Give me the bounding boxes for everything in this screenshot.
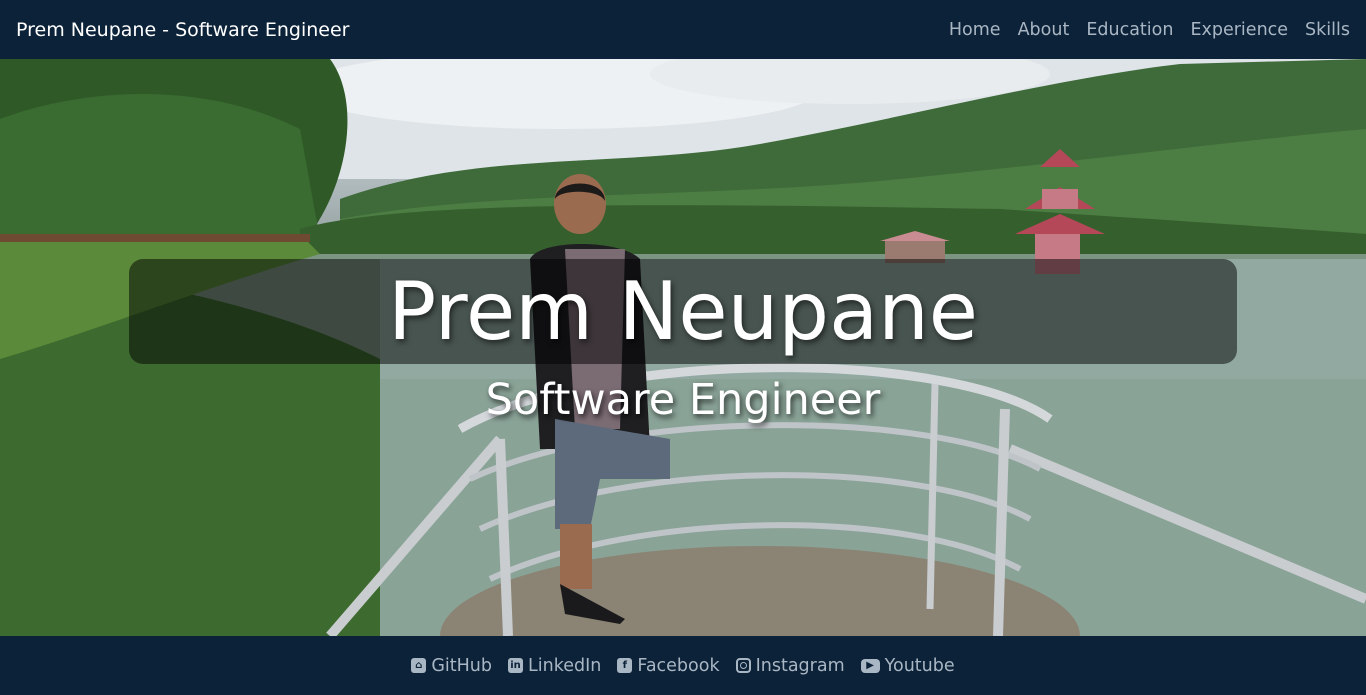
instagram-link[interactable]: Instagram	[735, 655, 845, 676]
nav-skills[interactable]: Skills	[1305, 20, 1350, 40]
nav-education[interactable]: Education	[1086, 20, 1173, 40]
hero-name: Prem Neupane	[387, 265, 979, 358]
youtube-label: Youtube	[884, 655, 955, 676]
linkedin-icon: in	[508, 658, 524, 673]
instagram-label: Instagram	[755, 655, 845, 676]
navbar: Prem Neupane - Software Engineer Home Ab…	[0, 0, 1366, 59]
social-links: ⌂ GitHub in LinkedIn f Facebook Instagra…	[411, 655, 955, 676]
github-icon: ⌂	[411, 658, 427, 673]
linkedin-link[interactable]: in LinkedIn	[508, 656, 601, 676]
facebook-icon: f	[617, 658, 633, 673]
instagram-icon	[735, 658, 751, 673]
hero-role: Software Engineer	[485, 375, 881, 425]
nav-about[interactable]: About	[1018, 20, 1070, 40]
youtube-icon: ▶	[860, 658, 880, 673]
github-label: GitHub	[431, 655, 493, 676]
footer: ⌂ GitHub in LinkedIn f Facebook Instagra…	[0, 636, 1366, 695]
site-brand[interactable]: Prem Neupane - Software Engineer	[16, 19, 349, 41]
github-link[interactable]: ⌂ GitHub	[411, 656, 492, 676]
youtube-link[interactable]: ▶ Youtube	[860, 655, 955, 676]
linkedin-label: LinkedIn	[528, 655, 602, 676]
main-nav: Home About Education Experience Skills	[949, 20, 1350, 40]
facebook-label: Facebook	[637, 655, 720, 676]
facebook-link[interactable]: f Facebook	[617, 655, 720, 676]
nav-home[interactable]: Home	[949, 20, 1001, 40]
nav-experience[interactable]: Experience	[1190, 20, 1288, 40]
hero-section: Prem Neupane Software Engineer	[0, 59, 1366, 636]
